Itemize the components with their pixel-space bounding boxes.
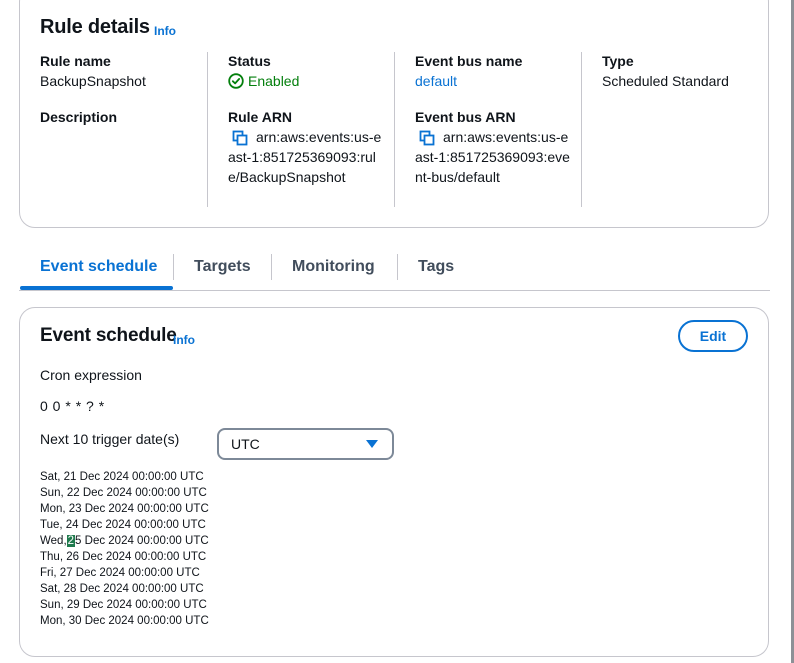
- event-bus-arn-value: arn:aws:events:us-east-1:851725369093:ev…: [415, 129, 570, 185]
- rule-name-label: Rule name: [40, 53, 111, 69]
- tab-event-schedule[interactable]: Event schedule: [40, 258, 157, 276]
- trigger-date-rest: 5 Dec 2024 00:00:00 UTC: [75, 535, 209, 547]
- tab-separator: [173, 254, 174, 280]
- cron-expression-label: Cron expression: [40, 367, 142, 383]
- trigger-date: Thu, 26 Dec 2024 00:00:00 UTC: [40, 551, 207, 563]
- event-schedule-title: Event schedule: [40, 325, 177, 346]
- rule-arn-label: Rule ARN: [228, 109, 293, 125]
- column-divider: [581, 52, 582, 207]
- trigger-date: Fri, 27 Dec 2024 00:00:00 UTC: [40, 567, 200, 579]
- timezone-select-value: UTC: [231, 436, 260, 452]
- tab-separator: [271, 254, 272, 280]
- event-schedule-info-link[interactable]: Info: [173, 333, 195, 347]
- tab-monitoring[interactable]: Monitoring: [292, 258, 375, 276]
- text-selection-highlight: 2: [66, 535, 76, 547]
- trigger-date: Sun, 29 Dec 2024 00:00:00 UTC: [40, 599, 207, 611]
- column-divider: [207, 52, 208, 207]
- event-bus-name-link[interactable]: default: [415, 71, 457, 91]
- trigger-date: Mon, 23 Dec 2024 00:00:00 UTC: [40, 503, 209, 515]
- tabs-baseline: [19, 290, 770, 291]
- rule-arn-value: arn:aws:events:us-east-1:851725369093:ru…: [228, 129, 382, 185]
- rule-details-info-link[interactable]: Info: [154, 24, 176, 38]
- column-divider: [394, 52, 395, 207]
- rule-details-title: Rule details: [40, 16, 150, 38]
- tab-separator: [397, 254, 398, 280]
- trigger-date: Wed,25 Dec 2024 00:00:00 UTC: [40, 533, 209, 549]
- edit-button[interactable]: Edit: [678, 320, 748, 352]
- status-label: Status: [228, 53, 271, 69]
- description-label: Description: [40, 109, 118, 125]
- trigger-date: Mon, 30 Dec 2024 00:00:00 UTC: [40, 615, 209, 627]
- next-trigger-label: Next 10 trigger date(s): [40, 431, 180, 447]
- status-value: Enabled: [248, 73, 300, 89]
- rule-name-value: BackupSnapshot: [40, 73, 146, 89]
- caret-down-icon: [366, 440, 378, 448]
- cron-expression-value: 0 0 * * ? *: [40, 398, 105, 414]
- event-bus-arn-label: Event bus ARN: [415, 109, 516, 125]
- trigger-date: Sat, 21 Dec 2024 00:00:00 UTC: [40, 471, 204, 483]
- trigger-date-prefix: Wed,: [40, 535, 67, 547]
- tab-tags[interactable]: Tags: [418, 258, 454, 276]
- check-circle-icon: [228, 73, 244, 89]
- trigger-date: Sat, 28 Dec 2024 00:00:00 UTC: [40, 583, 204, 595]
- trigger-dates-list: Sat, 21 Dec 2024 00:00:00 UTC Sun, 22 De…: [40, 469, 209, 629]
- type-value: Scheduled Standard: [602, 73, 729, 89]
- event-bus-name-label: Event bus name: [415, 53, 523, 69]
- timezone-select[interactable]: UTC: [217, 428, 394, 460]
- active-tab-indicator: [20, 286, 173, 290]
- trigger-date: Tue, 24 Dec 2024 00:00:00 UTC: [40, 519, 206, 531]
- type-label: Type: [602, 53, 634, 69]
- trigger-date: Sun, 22 Dec 2024 00:00:00 UTC: [40, 487, 207, 499]
- tab-targets[interactable]: Targets: [194, 258, 251, 276]
